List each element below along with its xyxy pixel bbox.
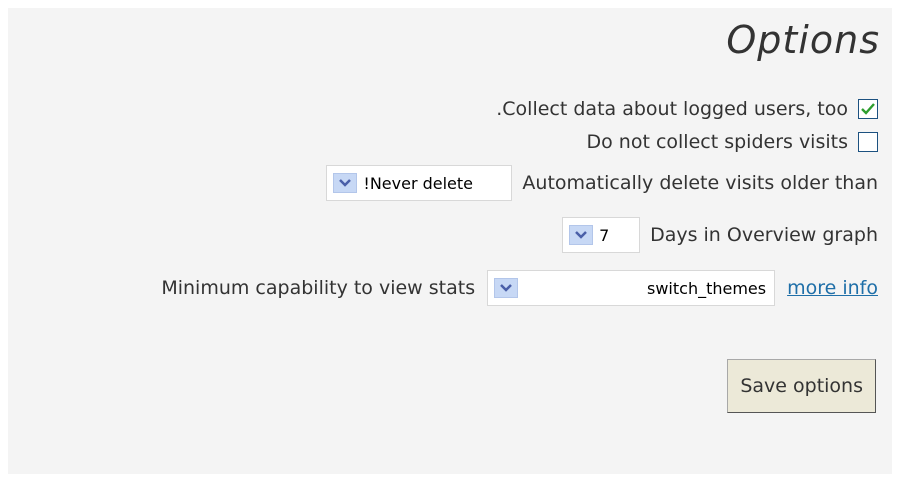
chevron-down-icon	[569, 225, 594, 245]
chevron-down-icon	[494, 278, 519, 298]
min-capability-row: Minimum capability to view stats switch_…	[161, 270, 878, 306]
page-title: Options	[726, 18, 880, 62]
no-spiders-checkbox[interactable]	[858, 132, 878, 152]
no-spiders-row: Do not collect spiders visits	[586, 131, 878, 153]
min-capability-label: Minimum capability to view stats	[161, 277, 476, 299]
min-capability-value: switch_themes	[647, 278, 767, 298]
options-panel: Options .Collect data about logged users…	[8, 8, 892, 474]
collect-logged-users-label: .Collect data about logged users, too	[496, 98, 848, 120]
days-graph-label: Days in Overview graph	[650, 224, 878, 246]
more-info-link[interactable]: more info	[787, 277, 878, 299]
check-icon	[861, 103, 875, 115]
save-options-button[interactable]: Save options	[727, 359, 876, 413]
auto-delete-select[interactable]: !Never delete	[326, 165, 513, 201]
collect-logged-users-row: .Collect data about logged users, too	[496, 98, 878, 120]
days-graph-select[interactable]: 7	[562, 217, 641, 253]
days-graph-row: 7 Days in Overview graph	[562, 217, 878, 253]
auto-delete-label: Automatically delete visits older than	[522, 172, 878, 194]
chevron-down-icon	[333, 173, 358, 193]
min-capability-select[interactable]: switch_themes	[487, 270, 776, 306]
no-spiders-label: Do not collect spiders visits	[586, 131, 849, 153]
auto-delete-value: !Never delete	[363, 173, 474, 193]
auto-delete-row: !Never delete Automatically delete visit…	[326, 165, 878, 201]
collect-logged-users-checkbox[interactable]	[858, 99, 878, 119]
days-graph-value: 7	[599, 225, 610, 245]
